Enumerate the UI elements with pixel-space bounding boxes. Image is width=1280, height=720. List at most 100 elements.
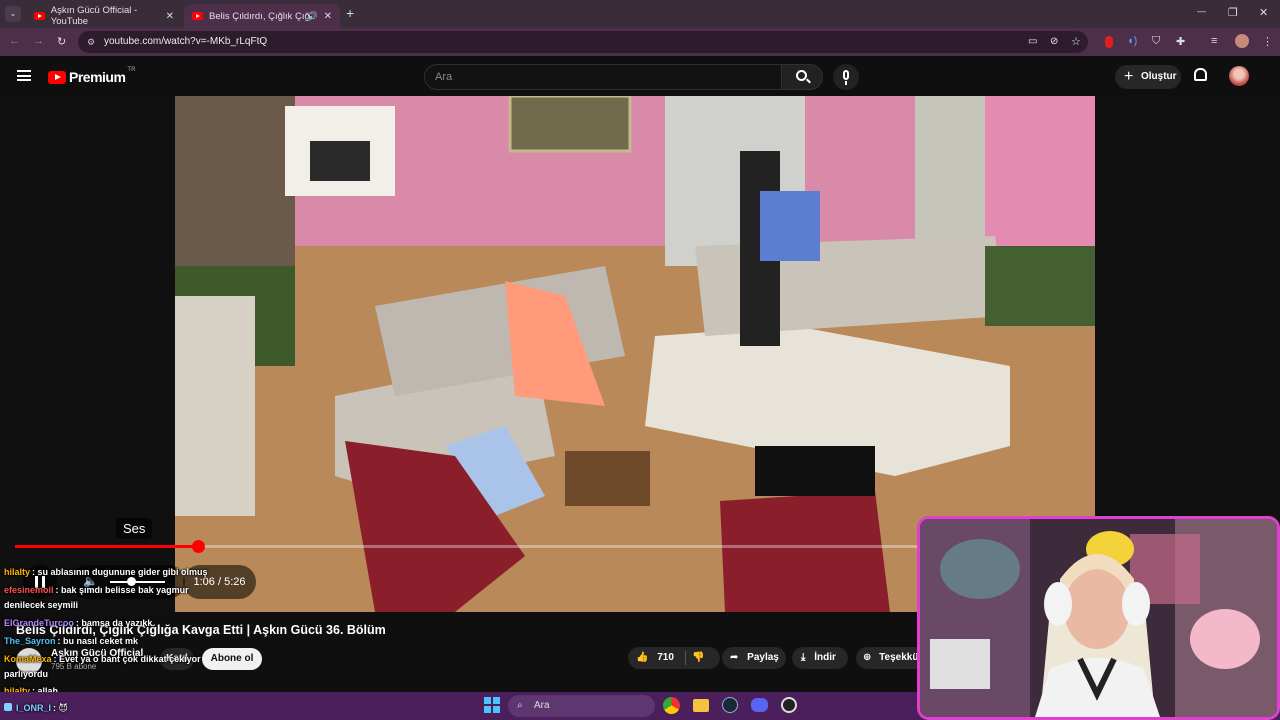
country-badge: TR — [127, 67, 136, 73]
notifications-bell-icon[interactable] — [1194, 68, 1207, 81]
webcam-feed-image — [920, 519, 1277, 717]
create-button[interactable]: + Oluştur — [1115, 65, 1181, 89]
taskbar-search[interactable]: ⌕ Ara — [508, 695, 655, 717]
chat-message: KomaMexa: Evet ya o bant çok dikkat çeki… — [4, 654, 201, 664]
chat-badge-icon — [4, 703, 12, 711]
extensions-puzzle-icon[interactable]: ✚ — [1176, 35, 1185, 48]
chat-text: : bamsa da yazıkk — [75, 618, 153, 628]
download-label: İndir — [814, 652, 836, 663]
search-button[interactable] — [781, 64, 823, 90]
obs-icon[interactable] — [781, 697, 797, 713]
reload-icon[interactable]: ↻ — [57, 35, 66, 48]
forward-icon[interactable]: → — [33, 35, 44, 47]
close-window-button[interactable]: ✕ — [1259, 6, 1268, 19]
chat-message: efesinemoil: bak şımdı belisse bak yagmu… — [4, 585, 189, 595]
chat-username: hilalty — [4, 567, 31, 577]
hamburger-menu-icon[interactable] — [17, 70, 31, 81]
chat-message: denilecek seymili — [4, 600, 78, 610]
volume-tooltip: Ses — [116, 518, 153, 539]
browser-toolbar: ← → ↻ ⚙ youtube.com/watch?v=-MKb_rLqFtQ … — [0, 28, 1280, 56]
chat-username: KomaMexa — [4, 654, 52, 664]
eye-off-icon[interactable]: ⊘ — [1050, 31, 1058, 53]
scrubber-handle[interactable] — [192, 540, 206, 553]
like-dislike-group: 👍 710 👎 — [628, 647, 720, 669]
close-tab-icon[interactable]: ✕ — [324, 11, 332, 22]
thumbs-down-icon: 👎 — [692, 652, 705, 663]
discord-icon[interactable] — [751, 698, 768, 712]
chat-text: denilecek seymili — [4, 600, 79, 610]
close-tab-icon[interactable]: ✕ — [166, 11, 174, 22]
tab-title: Belis Çıldırdı, Çığlık Çığlığa K — [209, 10, 313, 22]
audio-playing-icon[interactable]: 🔊 — [307, 11, 318, 22]
thanks-icon: ⊕ — [863, 652, 872, 663]
back-icon[interactable]: ← — [9, 35, 20, 47]
volume-slider[interactable] — [110, 581, 165, 583]
chat-message: ElGrandeTurcoo: bamsa da yazıkk — [4, 618, 152, 628]
browser-tab-strip: ⌄ Aşkın Gücü Official - YouTube ✕ Belis … — [0, 0, 1280, 28]
chat-text: : bu nasıl ceket mk — [57, 636, 139, 646]
chat-text: : 😈 — [53, 703, 68, 713]
extension-shield-icon[interactable]: ⛉ — [1152, 35, 1160, 48]
extension-red-icon[interactable] — [1105, 36, 1113, 48]
create-label: Oluştur — [1141, 71, 1177, 82]
bookmark-star-icon[interactable]: ☆ — [1071, 31, 1081, 53]
extension-audio-icon[interactable]: ◖) — [1127, 35, 1137, 47]
progress-bar-played — [15, 545, 199, 548]
chat-text: : Evet ya o bant çok dikkat çekiyor — [53, 654, 201, 664]
voice-search-button[interactable] — [833, 64, 859, 90]
dislike-button[interactable]: 👎 — [692, 647, 704, 669]
download-button[interactable]: ⤓ İndir — [792, 647, 848, 669]
plus-icon: + — [1124, 68, 1134, 85]
tab-search-button[interactable]: ⌄ — [5, 6, 21, 22]
chat-username: ElGrandeTurcoo — [4, 618, 74, 628]
share-icon: ➦ — [730, 652, 739, 663]
chat-text: : bak şımdı belisse bak yagmur — [55, 585, 189, 595]
minimize-button[interactable]: — — [1197, 6, 1206, 16]
tab-askin-gucu-channel[interactable]: Aşkın Gücü Official - YouTube ✕ — [26, 4, 182, 28]
thumbs-up-icon: 👍 — [636, 652, 649, 663]
chat-text: : su ablasının dugunune gider gibi olmuş — [32, 567, 208, 577]
share-button[interactable]: ➦ Paylaş — [722, 647, 786, 669]
youtube-favicon-icon — [34, 12, 45, 20]
progress-bar-track[interactable] — [15, 540, 917, 553]
youtube-favicon-icon — [192, 12, 203, 20]
streamer-webcam — [917, 516, 1280, 720]
chat-username: efesinemoil — [4, 585, 54, 595]
chat-message: hilalty: su ablasının dugunune gider gib… — [4, 567, 208, 577]
subscribe-button[interactable]: Abone ol — [202, 648, 262, 670]
search-input[interactable]: Ara — [424, 64, 782, 90]
tab-title: Aşkın Gücü Official - YouTube — [50, 5, 138, 27]
file-explorer-icon[interactable] — [693, 699, 709, 712]
windows-start-icon[interactable] — [484, 697, 500, 713]
thanks-label: Teşekkür — [879, 652, 923, 663]
chat-username: The_Sayron — [4, 636, 56, 646]
download-icon: ⤓ — [801, 652, 806, 663]
youtube-header: Premium TR Ara + Oluştur — [0, 56, 1280, 96]
url-text: youtube.com/watch?v=-MKb_rLqFtQ — [104, 36, 268, 47]
chrome-taskbar-icon[interactable] — [663, 697, 680, 714]
account-avatar[interactable] — [1229, 66, 1249, 86]
site-info-icon[interactable]: ⚙ — [87, 31, 95, 53]
profile-avatar[interactable] — [1235, 34, 1249, 48]
like-button[interactable]: 👍 710 — [636, 647, 674, 669]
media-control-icon[interactable]: ≡ — [1211, 35, 1217, 47]
new-tab-button[interactable]: + — [346, 5, 354, 21]
chat-text: parlıyordu — [4, 669, 49, 679]
search-icon: ⌕ — [517, 700, 523, 711]
browser-menu-icon[interactable]: ⋮ — [1262, 35, 1273, 48]
address-bar[interactable]: ⚙ youtube.com/watch?v=-MKb_rLqFtQ ▭ ⊘ ☆ — [78, 31, 1088, 53]
chat-username: I_ONR_I — [16, 703, 52, 713]
logo-premium-text: Premium — [69, 69, 126, 85]
chat-message: I_ONR_I: 😈 — [4, 703, 68, 714]
steam-icon[interactable] — [722, 697, 738, 713]
maximize-button[interactable]: ❐ — [1228, 6, 1238, 19]
tab-current-video[interactable]: Belis Çıldırdı, Çığlık Çığlığa K 🔊 ✕ — [184, 4, 340, 28]
subscribe-label: Abone ol — [210, 653, 254, 664]
cast-icon[interactable]: ▭ — [1028, 31, 1037, 53]
chat-message: parlıyordu — [4, 669, 48, 679]
chat-message: The_Sayron: bu nasıl ceket mk — [4, 636, 138, 646]
share-label: Paylaş — [747, 652, 779, 663]
like-count: 710 — [657, 652, 674, 663]
time-text: 1:06 / 5:26 — [193, 576, 246, 588]
youtube-logo[interactable]: Premium TR — [48, 67, 136, 85]
